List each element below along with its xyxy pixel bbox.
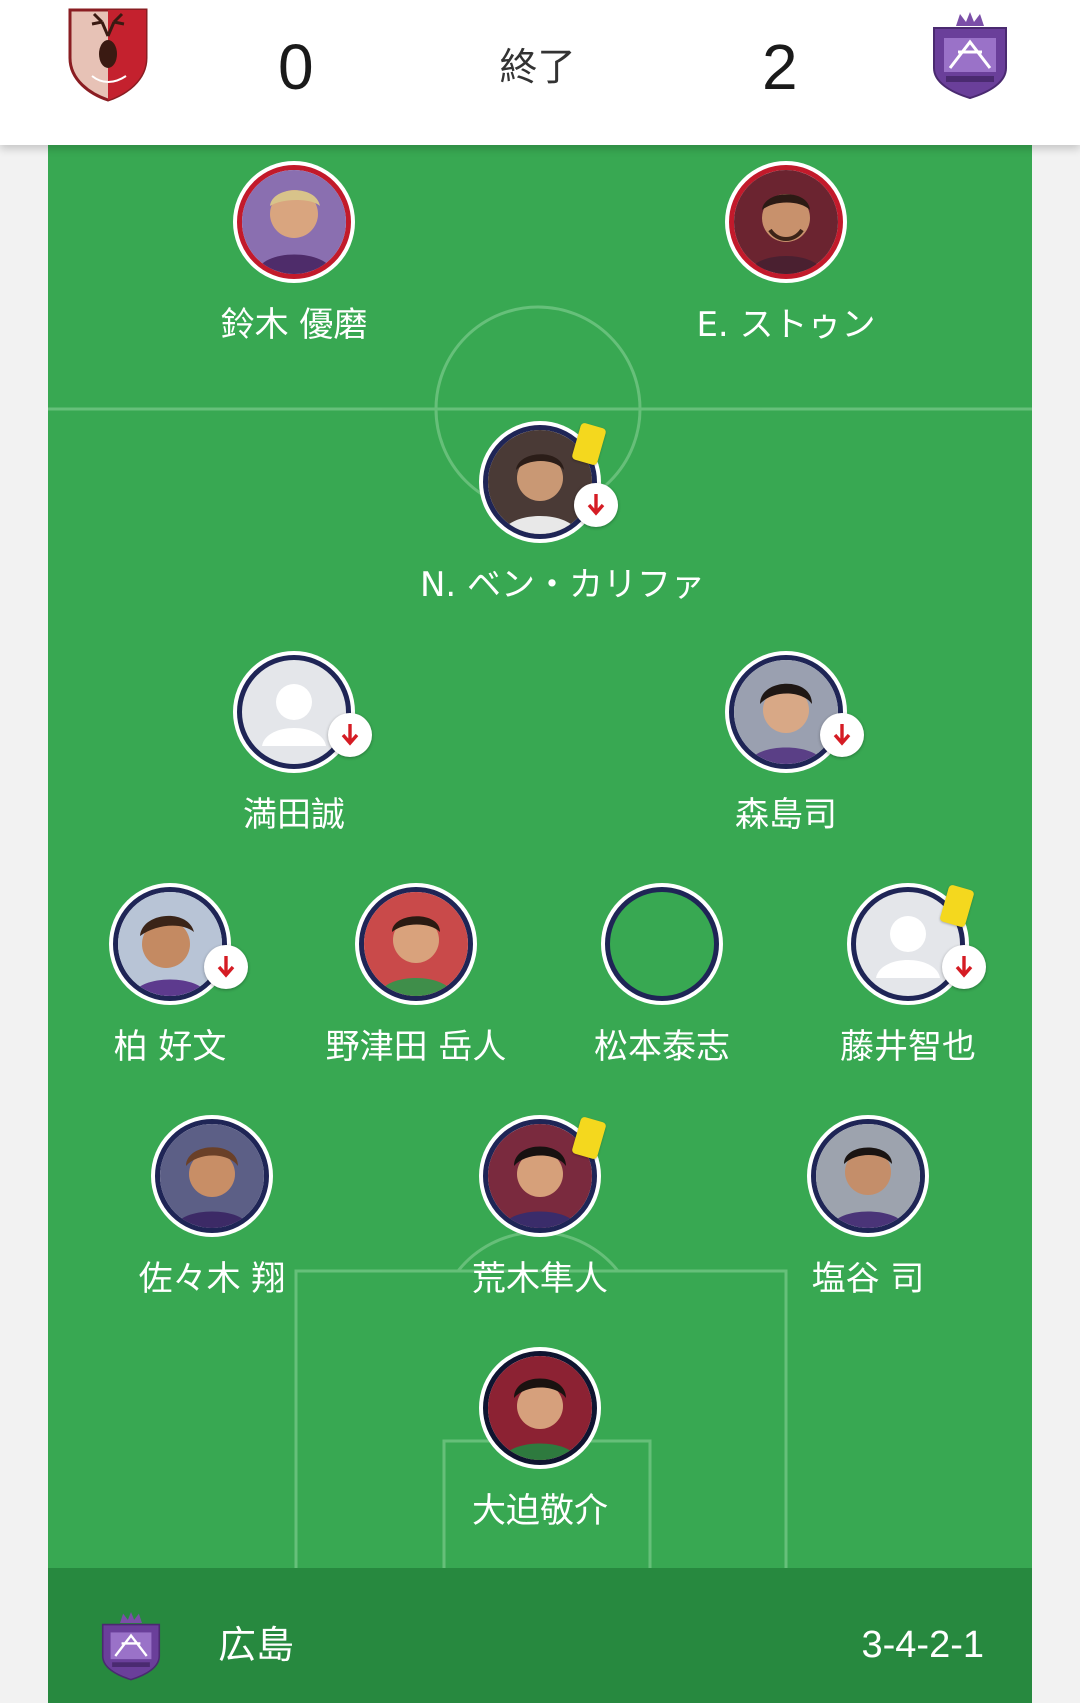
player-card[interactable]: 松本泰志 — [542, 883, 782, 1103]
player-avatar[interactable] — [725, 161, 847, 283]
substitution-out-icon — [204, 945, 248, 989]
player-card[interactable]: 藤井智也 — [788, 883, 1028, 1103]
player-name: 柏 好文 — [113, 1027, 227, 1067]
substitution-out-icon — [328, 713, 372, 757]
yellow-card-icon — [939, 884, 975, 928]
default-avatar-icon — [262, 684, 326, 746]
yellow-card-icon — [571, 422, 607, 466]
player-avatar[interactable] — [479, 1347, 601, 1469]
score-header: 0 終了 2 — [0, 0, 1080, 145]
player-avatar[interactable] — [355, 883, 477, 1005]
player-name: 鈴木 優磨 — [220, 305, 368, 345]
sanfrecce-crest-icon[interactable] — [928, 8, 1012, 100]
player-avatar[interactable] — [233, 161, 355, 283]
player-avatar[interactable] — [601, 883, 723, 1005]
team-footer: 広島 3-4-2-1 — [48, 1568, 1032, 1703]
player-name: 塩谷 司 — [811, 1259, 925, 1299]
player-name: 森島司 — [735, 795, 837, 835]
player-name: 野津田 岳人 — [325, 1027, 507, 1067]
sanfrecce-crest-icon — [98, 1608, 164, 1682]
player-card[interactable]: N. ベン・カリファ — [420, 421, 706, 641]
player-card[interactable]: 佐々木 翔 — [92, 1115, 332, 1335]
player-avatar[interactable] — [151, 1115, 273, 1237]
player-avatar[interactable] — [725, 651, 847, 773]
player-name: 荒木隼人 — [472, 1259, 608, 1299]
player-name: 佐々木 翔 — [138, 1259, 286, 1299]
player-card[interactable]: 塩谷 司 — [748, 1115, 988, 1335]
pitch: 鈴木 優磨 E. ストゥン N. ベン・カリファ 満田誠 森島司 柏 好文 野津… — [48, 145, 1032, 1568]
player-card[interactable]: 荒木隼人 — [420, 1115, 660, 1335]
player-card[interactable]: 森島司 — [666, 651, 906, 871]
antlers-crest-icon[interactable] — [62, 6, 154, 102]
player-card[interactable]: 鈴木 優磨 — [174, 161, 414, 381]
player-avatar[interactable] — [109, 883, 231, 1005]
player-name: 藤井智也 — [840, 1027, 976, 1067]
formation-label: 3-4-2-1 — [861, 1624, 985, 1666]
player-avatar[interactable] — [807, 1115, 929, 1237]
player-name: E. ストゥン — [696, 305, 876, 345]
player-card[interactable]: 大迫敬介 — [420, 1347, 660, 1567]
substitution-out-icon — [942, 945, 986, 989]
substitution-out-icon — [820, 713, 864, 757]
away-score: 2 — [762, 31, 798, 103]
player-name: 満田誠 — [243, 795, 345, 835]
player-name: 大迫敬介 — [472, 1491, 608, 1531]
player-avatar[interactable] — [233, 651, 355, 773]
player-card[interactable]: 柏 好文 — [50, 883, 290, 1103]
player-card[interactable]: E. ストゥン — [666, 161, 906, 381]
player-name: N. ベン・カリファ — [420, 565, 706, 605]
yellow-card-icon — [571, 1116, 607, 1160]
team-name: 広島 — [218, 1623, 295, 1667]
player-card[interactable]: 野津田 岳人 — [296, 883, 536, 1103]
substitution-out-icon — [574, 483, 618, 527]
match-status: 終了 — [499, 45, 576, 89]
player-card[interactable]: 満田誠 — [174, 651, 414, 871]
home-score: 0 — [278, 31, 314, 103]
player-name: 松本泰志 — [594, 1027, 730, 1067]
